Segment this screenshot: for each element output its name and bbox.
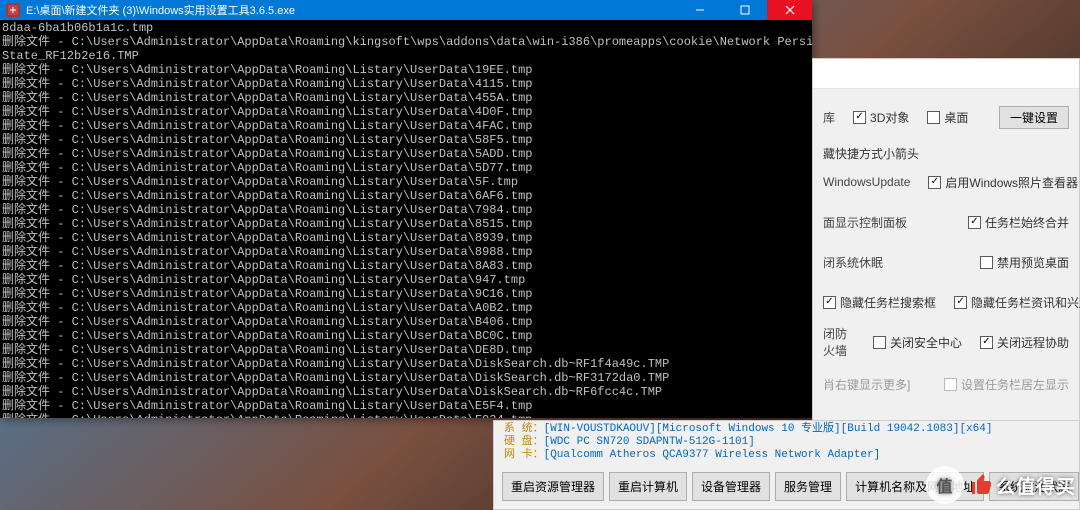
checkbox-desktop[interactable]: 桌面 — [927, 109, 968, 126]
action-buttons: 重启资源管理器 重启计算机 设备管理器 服务管理 计算机名称及网络地址 系统激活… — [494, 466, 1079, 509]
checkbox-label: 禁用预览桌面 — [997, 254, 1069, 271]
checkbox-label: 3D对象 — [870, 109, 909, 126]
row-firewall: 闭防火墙 关闭安全中心 关闭远程协助 — [823, 330, 1069, 354]
checkbox-label: 隐藏任务栏资讯和兴趣 — [971, 294, 1080, 311]
checkbox-hide-searchbox[interactable]: 隐藏任务栏搜索框 — [823, 294, 936, 311]
checkbox-taskbar-combine[interactable]: 任务栏始终合并 — [968, 214, 1069, 231]
checkbox-label: 桌面 — [944, 109, 968, 126]
console-window: E:\桌面\新建文件夹 (3)\Windows实用设置工具3.6.5.exe 8… — [0, 0, 812, 418]
activation-status-button[interactable]: 系统激活状态 — [989, 472, 1079, 501]
sysinfo-label: 硬 盘： — [504, 436, 544, 448]
settings-panel-titlebar[interactable] — [813, 59, 1079, 89]
label-hibernate: 闭系统休眠 — [823, 254, 883, 271]
sysinfo-label: 系 统： — [504, 423, 544, 435]
console-titlebar[interactable]: E:\桌面\新建文件夹 (3)\Windows实用设置工具3.6.5.exe — [0, 0, 812, 20]
checkbox-label: 隐藏任务栏搜索框 — [840, 294, 936, 311]
checkbox-label: 关闭远程协助 — [997, 334, 1069, 351]
section-shortcut-arrow: 藏快捷方式小箭头 — [823, 145, 1069, 162]
services-button[interactable]: 服务管理 — [775, 472, 841, 501]
sysinfo-value: [WIN-VOUSTDKAOUV][Microsoft Windows 10 专… — [544, 423, 993, 435]
restart-computer-button[interactable]: 重启计算机 — [609, 472, 687, 501]
system-info: 系 统：[WIN-VOUSTDKAOUV][Microsoft Windows … — [494, 421, 1079, 466]
checkbox-3d-objects[interactable]: 3D对象 — [853, 109, 909, 126]
label-context-menu: 肖右键显示更多] — [823, 376, 910, 393]
computer-name-button[interactable]: 计算机名称及网络地址 — [846, 472, 984, 501]
checkbox-security-center[interactable]: 关闭安全中心 — [873, 334, 962, 351]
console-output[interactable]: 8daa-6ba1b06b1a1c.tmp 删除文件 - C:\Users\Ad… — [0, 20, 812, 418]
checkbox-icon — [853, 111, 866, 124]
label-windows-update: WindowsUpdate — [823, 175, 910, 189]
checkbox-label: 设置任务栏居左显示 — [961, 376, 1069, 393]
bottom-panel: 系 统：[WIN-VOUSTDKAOUV][Microsoft Windows … — [493, 420, 1080, 510]
sysinfo-line-disk: 硬 盘：[WDC PC SN720 SDAPNTW-512G-1101] — [504, 436, 1069, 449]
restart-explorer-button[interactable]: 重启资源管理器 — [502, 472, 604, 501]
window-buttons — [677, 0, 812, 20]
apply-all-button[interactable]: 一键设置 — [999, 106, 1069, 129]
checkbox-icon — [927, 111, 940, 124]
console-title: E:\桌面\新建文件夹 (3)\Windows实用设置工具3.6.5.exe — [26, 2, 677, 18]
checkbox-icon — [944, 378, 957, 391]
checkbox-taskbar-left[interactable]: 设置任务栏居左显示 — [944, 376, 1069, 393]
label-control-panel: 面显示控制面板 — [823, 214, 907, 231]
checkbox-icon — [954, 296, 967, 309]
checkbox-icon — [980, 336, 993, 349]
row-context-menu: 肖右键显示更多] 设置任务栏居左显示 — [823, 372, 1069, 396]
checkbox-icon — [980, 256, 993, 269]
row-windows-update: WindowsUpdate 启用Windows照片查看器 — [823, 170, 1069, 194]
sysinfo-value: [Qualcomm Atheros QCA9377 Wireless Netwo… — [544, 449, 881, 461]
label-firewall: 闭防火墙 — [823, 325, 855, 359]
row-explorer-items: 库 3D对象 桌面 一键设置 — [823, 105, 1069, 129]
checkbox-icon — [928, 176, 941, 189]
checkbox-hide-news[interactable]: 隐藏任务栏资讯和兴趣 — [954, 294, 1080, 311]
close-icon — [785, 5, 795, 15]
label-library: 库 — [823, 109, 835, 126]
sysinfo-value: [WDC PC SN720 SDAPNTW-512G-1101] — [544, 436, 755, 448]
checkbox-label: 任务栏始终合并 — [985, 214, 1069, 231]
close-button[interactable] — [767, 0, 812, 20]
row-control-panel: 面显示控制面板 任务栏始终合并 — [823, 210, 1069, 234]
checkbox-remote-assist[interactable]: 关闭远程协助 — [980, 334, 1069, 351]
sysinfo-label: 网 卡： — [504, 449, 544, 461]
checkbox-disable-preview[interactable]: 禁用预览桌面 — [980, 254, 1069, 271]
minimize-button[interactable] — [677, 0, 722, 20]
checkbox-photo-viewer[interactable]: 启用Windows照片查看器 — [928, 174, 1078, 191]
checkbox-label: 启用Windows照片查看器 — [945, 174, 1078, 191]
row-hibernate: 闭系统休眠 禁用预览桌面 — [823, 250, 1069, 274]
maximize-button[interactable] — [722, 0, 767, 20]
checkbox-icon — [823, 296, 836, 309]
device-manager-button[interactable]: 设备管理器 — [692, 472, 770, 501]
row-taskbar-search: 隐藏任务栏搜索框 隐藏任务栏资讯和兴趣 — [823, 290, 1069, 314]
sysinfo-line-nic: 网 卡：[Qualcomm Atheros QCA9377 Wireless N… — [504, 449, 1069, 462]
sysinfo-line-os: 系 统：[WIN-VOUSTDKAOUV][Microsoft Windows … — [504, 423, 1069, 436]
checkbox-icon — [968, 216, 981, 229]
app-icon — [6, 3, 20, 17]
checkbox-icon — [873, 336, 886, 349]
checkbox-label: 关闭安全中心 — [890, 334, 962, 351]
maximize-icon — [740, 5, 750, 15]
minimize-icon — [695, 5, 705, 15]
